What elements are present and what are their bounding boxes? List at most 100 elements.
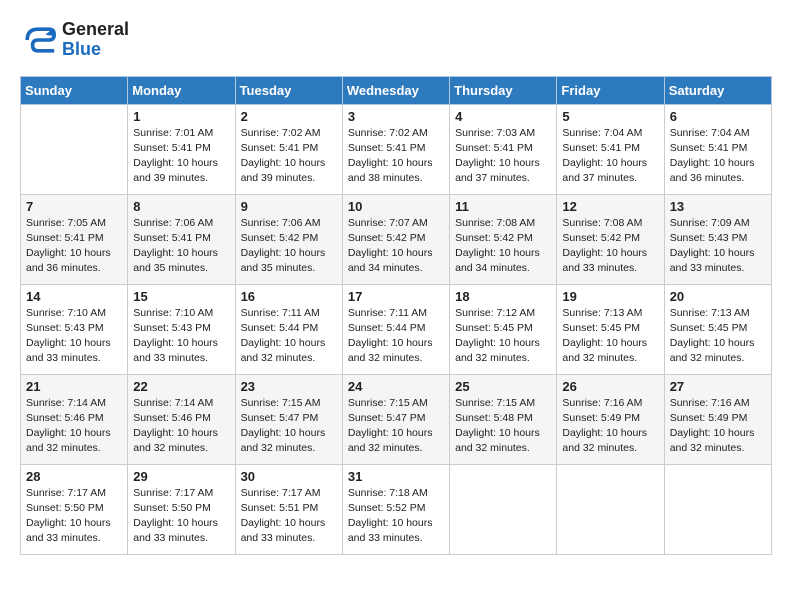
weekday-header-row: SundayMondayTuesdayWednesdayThursdayFrid… xyxy=(21,76,772,104)
calendar-cell: 13 Sunrise: 7:09 AM Sunset: 5:43 PM Dayli… xyxy=(664,194,771,284)
day-number: 19 xyxy=(562,289,658,304)
day-info: Sunrise: 7:04 AM Sunset: 5:41 PM Dayligh… xyxy=(670,126,766,187)
calendar-cell xyxy=(664,464,771,554)
calendar-cell: 25 Sunrise: 7:15 AM Sunset: 5:48 PM Dayli… xyxy=(450,374,557,464)
calendar-table: SundayMondayTuesdayWednesdayThursdayFrid… xyxy=(20,76,772,555)
day-info: Sunrise: 7:08 AM Sunset: 5:42 PM Dayligh… xyxy=(562,216,658,277)
calendar-cell: 24 Sunrise: 7:15 AM Sunset: 5:47 PM Dayli… xyxy=(342,374,449,464)
day-number: 20 xyxy=(670,289,766,304)
day-number: 26 xyxy=(562,379,658,394)
day-number: 6 xyxy=(670,109,766,124)
day-info: Sunrise: 7:11 AM Sunset: 5:44 PM Dayligh… xyxy=(348,306,444,367)
calendar-cell: 30 Sunrise: 7:17 AM Sunset: 5:51 PM Dayli… xyxy=(235,464,342,554)
day-number: 31 xyxy=(348,469,444,484)
day-number: 4 xyxy=(455,109,551,124)
day-info: Sunrise: 7:04 AM Sunset: 5:41 PM Dayligh… xyxy=(562,126,658,187)
day-number: 24 xyxy=(348,379,444,394)
week-row-3: 14Sunrise: 7:10 AM Sunset: 5:43 PM Dayli… xyxy=(21,284,772,374)
calendar-cell: 10 Sunrise: 7:07 AM Sunset: 5:42 PM Dayli… xyxy=(342,194,449,284)
day-info: Sunrise: 7:13 AM Sunset: 5:45 PM Dayligh… xyxy=(670,306,766,367)
weekday-header-sunday: Sunday xyxy=(21,76,128,104)
weekday-header-monday: Monday xyxy=(128,76,235,104)
calendar-cell: 5Sunrise: 7:04 AM Sunset: 5:41 PM Daylig… xyxy=(557,104,664,194)
calendar-cell: 23 Sunrise: 7:15 AM Sunset: 5:47 PM Dayli… xyxy=(235,374,342,464)
day-number: 29 xyxy=(133,469,229,484)
weekday-header-wednesday: Wednesday xyxy=(342,76,449,104)
day-info: Sunrise: 7:13 AM Sunset: 5:45 PM Dayligh… xyxy=(562,306,658,367)
day-number: 22 xyxy=(133,379,229,394)
day-number: 11 xyxy=(455,199,551,214)
calendar-cell: 31 Sunrise: 7:18 AM Sunset: 5:52 PM Dayli… xyxy=(342,464,449,554)
day-info: Sunrise: 7:06 AM Sunset: 5:42 PM Dayligh… xyxy=(241,216,337,277)
day-number: 2 xyxy=(241,109,337,124)
day-number: 10 xyxy=(348,199,444,214)
day-number: 13 xyxy=(670,199,766,214)
calendar-cell: 4 Sunrise: 7:03 AM Sunset: 5:41 PM Daylig… xyxy=(450,104,557,194)
day-info: Sunrise: 7:15 AM Sunset: 5:48 PM Dayligh… xyxy=(455,396,551,457)
day-info: Sunrise: 7:02 AM Sunset: 5:41 PM Dayligh… xyxy=(241,126,337,187)
calendar-cell: 11 Sunrise: 7:08 AM Sunset: 5:42 PM Dayli… xyxy=(450,194,557,284)
day-number: 25 xyxy=(455,379,551,394)
calendar-cell: 21 Sunrise: 7:14 AM Sunset: 5:46 PM Dayli… xyxy=(21,374,128,464)
logo-text: General Blue xyxy=(62,20,129,60)
week-row-4: 21 Sunrise: 7:14 AM Sunset: 5:46 PM Dayli… xyxy=(21,374,772,464)
day-info: Sunrise: 7:08 AM Sunset: 5:42 PM Dayligh… xyxy=(455,216,551,277)
weekday-header-tuesday: Tuesday xyxy=(235,76,342,104)
day-info: Sunrise: 7:15 AM Sunset: 5:47 PM Dayligh… xyxy=(241,396,337,457)
day-info: Sunrise: 7:14 AM Sunset: 5:46 PM Dayligh… xyxy=(26,396,122,457)
day-info: Sunrise: 7:06 AM Sunset: 5:41 PM Dayligh… xyxy=(133,216,229,277)
calendar-cell: 27 Sunrise: 7:16 AM Sunset: 5:49 PM Dayli… xyxy=(664,374,771,464)
day-info: Sunrise: 7:17 AM Sunset: 5:50 PM Dayligh… xyxy=(133,486,229,547)
week-row-1: 1Sunrise: 7:01 AM Sunset: 5:41 PM Daylig… xyxy=(21,104,772,194)
week-row-2: 7 Sunrise: 7:05 AM Sunset: 5:41 PM Daylig… xyxy=(21,194,772,284)
day-info: Sunrise: 7:16 AM Sunset: 5:49 PM Dayligh… xyxy=(670,396,766,457)
day-info: Sunrise: 7:03 AM Sunset: 5:41 PM Dayligh… xyxy=(455,126,551,187)
day-number: 30 xyxy=(241,469,337,484)
day-number: 1 xyxy=(133,109,229,124)
logo: General Blue xyxy=(20,20,129,60)
calendar-cell: 2 Sunrise: 7:02 AM Sunset: 5:41 PM Daylig… xyxy=(235,104,342,194)
calendar-cell xyxy=(450,464,557,554)
calendar-cell: 1Sunrise: 7:01 AM Sunset: 5:41 PM Daylig… xyxy=(128,104,235,194)
day-info: Sunrise: 7:09 AM Sunset: 5:43 PM Dayligh… xyxy=(670,216,766,277)
calendar-cell: 9Sunrise: 7:06 AM Sunset: 5:42 PM Daylig… xyxy=(235,194,342,284)
calendar-cell: 17 Sunrise: 7:11 AM Sunset: 5:44 PM Dayli… xyxy=(342,284,449,374)
calendar-cell: 3Sunrise: 7:02 AM Sunset: 5:41 PM Daylig… xyxy=(342,104,449,194)
day-number: 21 xyxy=(26,379,122,394)
day-number: 23 xyxy=(241,379,337,394)
day-number: 18 xyxy=(455,289,551,304)
day-info: Sunrise: 7:18 AM Sunset: 5:52 PM Dayligh… xyxy=(348,486,444,547)
day-info: Sunrise: 7:17 AM Sunset: 5:51 PM Dayligh… xyxy=(241,486,337,547)
calendar-cell: 15Sunrise: 7:10 AM Sunset: 5:43 PM Dayli… xyxy=(128,284,235,374)
day-number: 15 xyxy=(133,289,229,304)
day-number: 16 xyxy=(241,289,337,304)
day-info: Sunrise: 7:10 AM Sunset: 5:43 PM Dayligh… xyxy=(26,306,122,367)
week-row-5: 28Sunrise: 7:17 AM Sunset: 5:50 PM Dayli… xyxy=(21,464,772,554)
day-number: 7 xyxy=(26,199,122,214)
calendar-cell: 6 Sunrise: 7:04 AM Sunset: 5:41 PM Daylig… xyxy=(664,104,771,194)
calendar-cell: 7 Sunrise: 7:05 AM Sunset: 5:41 PM Daylig… xyxy=(21,194,128,284)
day-info: Sunrise: 7:07 AM Sunset: 5:42 PM Dayligh… xyxy=(348,216,444,277)
day-info: Sunrise: 7:12 AM Sunset: 5:45 PM Dayligh… xyxy=(455,306,551,367)
calendar-cell: 28Sunrise: 7:17 AM Sunset: 5:50 PM Dayli… xyxy=(21,464,128,554)
day-info: Sunrise: 7:16 AM Sunset: 5:49 PM Dayligh… xyxy=(562,396,658,457)
calendar-cell: 8 Sunrise: 7:06 AM Sunset: 5:41 PM Daylig… xyxy=(128,194,235,284)
calendar-cell: 18 Sunrise: 7:12 AM Sunset: 5:45 PM Dayli… xyxy=(450,284,557,374)
day-info: Sunrise: 7:15 AM Sunset: 5:47 PM Dayligh… xyxy=(348,396,444,457)
day-info: Sunrise: 7:02 AM Sunset: 5:41 PM Dayligh… xyxy=(348,126,444,187)
weekday-header-saturday: Saturday xyxy=(664,76,771,104)
logo-icon xyxy=(20,22,56,58)
day-info: Sunrise: 7:14 AM Sunset: 5:46 PM Dayligh… xyxy=(133,396,229,457)
day-number: 17 xyxy=(348,289,444,304)
day-number: 8 xyxy=(133,199,229,214)
day-number: 27 xyxy=(670,379,766,394)
calendar-cell: 19 Sunrise: 7:13 AM Sunset: 5:45 PM Dayli… xyxy=(557,284,664,374)
weekday-header-thursday: Thursday xyxy=(450,76,557,104)
calendar-cell: 14Sunrise: 7:10 AM Sunset: 5:43 PM Dayli… xyxy=(21,284,128,374)
calendar-cell: 26 Sunrise: 7:16 AM Sunset: 5:49 PM Dayli… xyxy=(557,374,664,464)
calendar-cell xyxy=(21,104,128,194)
calendar-cell: 20 Sunrise: 7:13 AM Sunset: 5:45 PM Dayli… xyxy=(664,284,771,374)
calendar-cell: 16Sunrise: 7:11 AM Sunset: 5:44 PM Dayli… xyxy=(235,284,342,374)
page-header: General Blue xyxy=(20,20,772,60)
day-info: Sunrise: 7:05 AM Sunset: 5:41 PM Dayligh… xyxy=(26,216,122,277)
